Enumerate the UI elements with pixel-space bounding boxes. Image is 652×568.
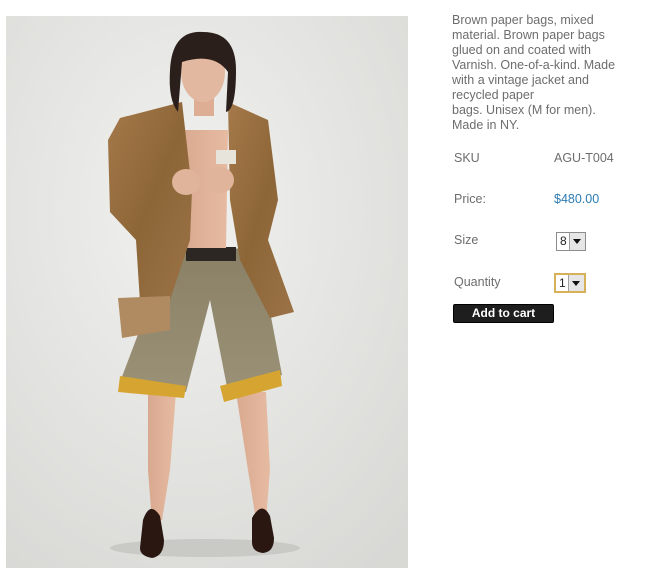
- price-value: $480.00: [554, 192, 600, 206]
- product-details: Brown paper bags, mixed material. Brown …: [452, 13, 642, 323]
- sku-row: SKU AGU-T004: [452, 149, 642, 169]
- description-line: Made in NY.: [452, 118, 520, 132]
- price-label: Price:: [454, 192, 486, 206]
- product-photo: [0, 0, 414, 568]
- product-description: Brown paper bags, mixed material. Brown …: [452, 13, 642, 133]
- size-selected-value: 8: [560, 234, 567, 248]
- chevron-down-icon[interactable]: [567, 275, 584, 291]
- chevron-down-icon[interactable]: [568, 233, 585, 250]
- sku-value: AGU-T004: [554, 151, 614, 165]
- product-page: Brown paper bags, mixed material. Brown …: [0, 0, 652, 568]
- product-photo-illustration: [0, 0, 414, 568]
- quantity-label: Quantity: [454, 275, 501, 289]
- quantity-select[interactable]: 1: [554, 273, 586, 293]
- sku-label: SKU: [454, 151, 480, 165]
- description-line: material. Brown paper bags: [452, 28, 605, 42]
- quantity-row: Quantity 1: [452, 273, 642, 293]
- size-select[interactable]: 8: [556, 232, 586, 251]
- description-line: glued on and coated with: [452, 43, 591, 57]
- price-row: Price: $480.00: [452, 190, 642, 210]
- description-line: bags. Unisex (M for men).: [452, 103, 596, 117]
- size-row: Size 8: [452, 231, 642, 251]
- description-line: Brown paper bags, mixed: [452, 13, 594, 27]
- description-line: recycled paper: [452, 88, 534, 102]
- add-to-cart-button[interactable]: Add to cart: [453, 304, 554, 323]
- quantity-selected-value: 1: [559, 276, 566, 290]
- description-line: with a vintage jacket and: [452, 73, 589, 87]
- description-line: Varnish. One-of-a-kind. Made: [452, 58, 616, 72]
- size-label: Size: [454, 233, 479, 247]
